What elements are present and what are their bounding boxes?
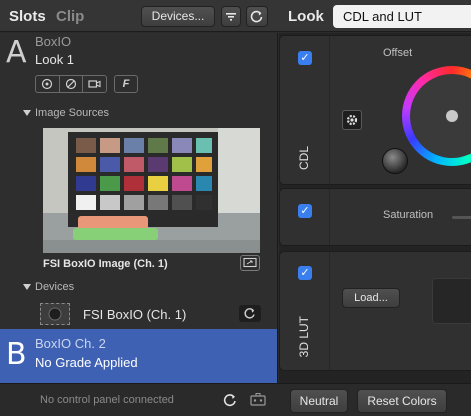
slot-b-status: No Grade Applied <box>35 355 138 370</box>
lut-card-sidebar: ✓ 3D LUT <box>280 252 330 370</box>
image-sources-label: Image Sources <box>35 107 109 119</box>
load-lut-button[interactable]: Load... <box>342 288 400 308</box>
saturation-enable-checkbox[interactable]: ✓ <box>298 204 312 218</box>
slot-b-device-name: BoxIO Ch. 2 <box>35 336 106 351</box>
cdl-label: CDL <box>297 146 311 171</box>
saturation-card: ✓ Saturation <box>279 188 471 246</box>
control-panel-button[interactable] <box>248 390 268 410</box>
device-refresh-button[interactable] <box>239 305 261 322</box>
refresh-button[interactable] <box>246 6 268 27</box>
look-panel: ✓ CDL Offset ✓ Saturation ✓ 3D LUT Load.… <box>279 33 471 383</box>
control-panel-status: No control panel connected <box>40 394 174 406</box>
slot-a-letter: A <box>6 35 27 70</box>
mode-camera-button[interactable] <box>83 76 106 92</box>
video-camera-icon <box>88 80 101 88</box>
cdl-enable-checkbox[interactable]: ✓ <box>298 51 312 65</box>
disclosure-triangle-icon <box>23 110 31 117</box>
circle-dot-icon <box>42 78 53 90</box>
look-select[interactable]: CDL and LUT <box>333 5 471 28</box>
reset-colors-button[interactable]: Reset Colors <box>357 389 447 413</box>
color-wheel-puck[interactable] <box>446 110 458 122</box>
devices-header[interactable]: Devices <box>23 281 74 293</box>
color-chart-image <box>43 128 260 253</box>
bypass-icon <box>65 78 77 90</box>
neutral-button[interactable]: Neutral <box>290 389 348 413</box>
look-label: Look <box>288 8 324 25</box>
slot-a-mode-group <box>35 75 107 93</box>
app-window: Slots Clip Devices... Look CDL and LUT A… <box>0 0 471 416</box>
cdl-card: ✓ CDL Offset <box>279 35 471 185</box>
filter-lines-icon <box>226 13 236 21</box>
settings-button[interactable] <box>342 110 362 130</box>
slot-a-look-name: Look 1 <box>35 52 75 67</box>
slots-panel: A BoxIO Look 1 F Image Sources FSI BoxIO… <box>0 33 278 383</box>
offset-color-wheel[interactable] <box>402 66 471 166</box>
image-source-caption: FSI BoxIO Image (Ch. 1) <box>43 258 168 270</box>
device-thumbnail <box>40 303 70 325</box>
color-wheel-center <box>410 74 471 158</box>
cdl-card-sidebar: ✓ CDL <box>280 36 330 184</box>
refresh-icon <box>250 10 263 23</box>
bottom-bar: No control panel connected Neutral Reset… <box>0 383 471 416</box>
refresh-icon <box>223 394 236 407</box>
lut-preview <box>432 278 471 324</box>
control-panel-refresh-button[interactable] <box>220 390 240 410</box>
slot-a-device-name: BoxIO <box>35 34 72 49</box>
lut-enable-checkbox[interactable]: ✓ <box>298 266 312 280</box>
slot-b[interactable]: B BoxIO Ch. 2 No Grade Applied <box>0 329 277 383</box>
image-sources-header[interactable]: Image Sources <box>23 107 109 119</box>
tab-slots[interactable]: Slots <box>9 8 46 25</box>
image-source-action-button[interactable] <box>240 255 260 271</box>
lut-label: 3D LUT <box>297 316 311 358</box>
devices-label: Devices <box>35 281 75 293</box>
mode-bypass-button[interactable] <box>60 76 84 92</box>
saturation-label: Saturation <box>383 209 434 221</box>
saturation-slider[interactable] <box>452 216 471 219</box>
image-source-thumbnail[interactable] <box>43 128 260 253</box>
control-panel-icon <box>250 393 266 406</box>
f-button[interactable]: F <box>114 75 138 93</box>
devices-button[interactable]: Devices... <box>141 6 215 27</box>
top-bar: Slots Clip Devices... Look CDL and LUT <box>0 0 471 32</box>
disclosure-triangle-icon <box>23 284 31 291</box>
filter-menu-button[interactable] <box>221 6 241 27</box>
slot-b-letter: B <box>6 337 27 372</box>
gear-icon <box>346 114 358 126</box>
tab-clip[interactable]: Clip <box>56 8 84 25</box>
monitor-arrow-icon <box>243 257 257 268</box>
saturation-card-sidebar: ✓ <box>280 189 330 245</box>
boxio-device-icon <box>48 307 62 321</box>
refresh-icon <box>244 308 255 319</box>
offset-master-knob[interactable] <box>382 148 408 174</box>
mode-live-button[interactable] <box>36 76 60 92</box>
offset-label: Offset <box>383 47 413 59</box>
device-name[interactable]: FSI BoxIO (Ch. 1) <box>83 307 186 322</box>
lut-card: ✓ 3D LUT Load... <box>279 251 471 371</box>
